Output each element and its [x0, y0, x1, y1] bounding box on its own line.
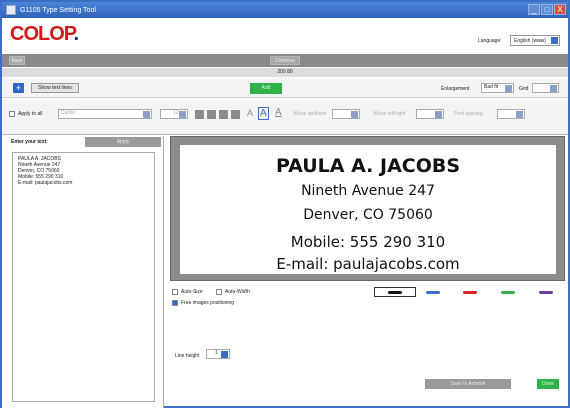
- stamp-line-name[interactable]: PAULA A. JACOBS: [180, 155, 556, 177]
- done-button[interactable]: Done: [537, 379, 559, 389]
- pen-violet-icon[interactable]: [539, 291, 553, 294]
- grid-label: Grid: [519, 86, 529, 92]
- enlargement-value: Bad fit: [484, 84, 499, 90]
- stamp-size-label: 200 80: [2, 68, 568, 77]
- logo-main: COLOP: [10, 23, 75, 45]
- font-value: Calibri: [61, 110, 76, 116]
- grid-select[interactable]: [532, 83, 559, 93]
- pen-color-selected[interactable]: [374, 287, 416, 297]
- move-left-right-label: Move left/right: [374, 111, 406, 117]
- font-small-button[interactable]: A: [247, 108, 253, 118]
- enter-text-label: Enter your text:: [11, 139, 48, 145]
- chevron-down-icon: [551, 37, 558, 44]
- pen-green-icon[interactable]: [501, 291, 515, 294]
- stamp-line-street[interactable]: Nineth Avenue 247: [180, 183, 556, 199]
- stamp-canvas[interactable]: PAULA A. JACOBS Nineth Avenue 247 Denver…: [180, 145, 556, 274]
- stamp-preview: PAULA A. JACOBS Nineth Avenue 247 Denver…: [170, 136, 565, 281]
- close-button[interactable]: X: [554, 4, 566, 15]
- chevron-down-icon: [179, 111, 186, 118]
- language-label: Language:: [478, 38, 502, 44]
- continue-button[interactable]: Continue: [270, 56, 300, 65]
- font-size-select[interactable]: 12: [160, 109, 188, 119]
- add-line-button[interactable]: +: [13, 83, 24, 93]
- font-size-value: 12: [173, 110, 179, 116]
- language-value: English (www): [514, 38, 546, 44]
- pen-blue-icon[interactable]: [426, 291, 440, 294]
- minimize-button[interactable]: _: [528, 4, 540, 15]
- stepper-icon: [435, 111, 442, 118]
- auto-width-label: Auto-Width: [225, 289, 250, 295]
- line-height-label: Line height: [175, 353, 200, 359]
- app-icon: [6, 5, 16, 15]
- font-spacing-label: Font spacing: [454, 111, 483, 117]
- apply-to-all-label: Apply to all: [18, 111, 43, 117]
- chevron-down-icon: [143, 111, 150, 118]
- enlargement-select[interactable]: Bad fit: [481, 83, 514, 93]
- language-select[interactable]: English (www): [510, 35, 560, 46]
- apply-to-all-checkbox[interactable]: [9, 111, 15, 117]
- pen-red-icon[interactable]: [463, 291, 477, 294]
- text-line: E-mail: paulajacobs.com: [18, 180, 73, 186]
- stepper-icon: [351, 111, 358, 118]
- free-positioning-checkbox[interactable]: [172, 300, 178, 306]
- main-toolbar: + Show text lines Add Enlargement Bad fi…: [2, 78, 568, 98]
- save-to-artwork-button[interactable]: Save to Artwork: [425, 379, 511, 389]
- show-text-lines-button[interactable]: Show text lines: [31, 83, 79, 93]
- back-button[interactable]: Back: [9, 56, 25, 65]
- move-up-down-label: Move up/down: [294, 111, 327, 117]
- font-spacing-stepper[interactable]: [497, 109, 525, 119]
- enlargement-label: Enlargement: [441, 86, 470, 92]
- font-large-button[interactable]: A: [275, 107, 282, 118]
- move-up-down-stepper[interactable]: [332, 109, 360, 119]
- pen-black-icon: [388, 291, 402, 294]
- stamp-line-email[interactable]: E-mail: paulajacobs.com: [180, 255, 556, 273]
- auto-width-checkbox[interactable]: [216, 289, 222, 295]
- auto-size-label: Auto-Size: [181, 289, 203, 295]
- chevron-down-icon: [505, 85, 512, 92]
- line-height-stepper[interactable]: 1: [206, 349, 230, 359]
- app-window: G1105 Type Setting Tool _ □ X COLOP. Lan…: [0, 0, 570, 408]
- chevron-down-icon: [550, 85, 557, 92]
- nav-bar: Back Continue: [2, 54, 568, 67]
- stamp-line-mobile[interactable]: Mobile: 555 290 310: [180, 233, 556, 251]
- align-right-button[interactable]: [231, 110, 240, 119]
- stepper-icon: [516, 111, 523, 118]
- bold-button[interactable]: [195, 110, 204, 119]
- logo-suffix: .: [73, 23, 79, 45]
- stamp-line-city[interactable]: Denver, CO 75060: [180, 207, 556, 223]
- add-button[interactable]: Add: [250, 83, 282, 94]
- colop-logo: COLOP.: [10, 23, 79, 46]
- apply-button[interactable]: Apply: [85, 137, 161, 147]
- align-left-button[interactable]: [207, 110, 216, 119]
- window-title: G1105 Type Setting Tool: [20, 6, 96, 14]
- title-bar: G1105 Type Setting Tool _ □ X: [2, 2, 568, 18]
- maximize-button[interactable]: □: [541, 4, 553, 15]
- font-select[interactable]: Calibri: [58, 109, 152, 119]
- font-medium-button[interactable]: A: [258, 107, 269, 120]
- move-left-right-stepper[interactable]: [416, 109, 444, 119]
- align-center-button[interactable]: [219, 110, 228, 119]
- format-toolbar: Apply to all Calibri 12 A A A Move up/do…: [2, 99, 568, 135]
- auto-size-checkbox[interactable]: [172, 289, 178, 295]
- free-positioning-label: Free images positioning: [181, 300, 235, 306]
- line-height-value: 1: [215, 350, 218, 356]
- text-input-area[interactable]: PAULA A. JACOBS Nineth Avenue 247 Denver…: [12, 152, 155, 402]
- stepper-icon: [221, 351, 228, 358]
